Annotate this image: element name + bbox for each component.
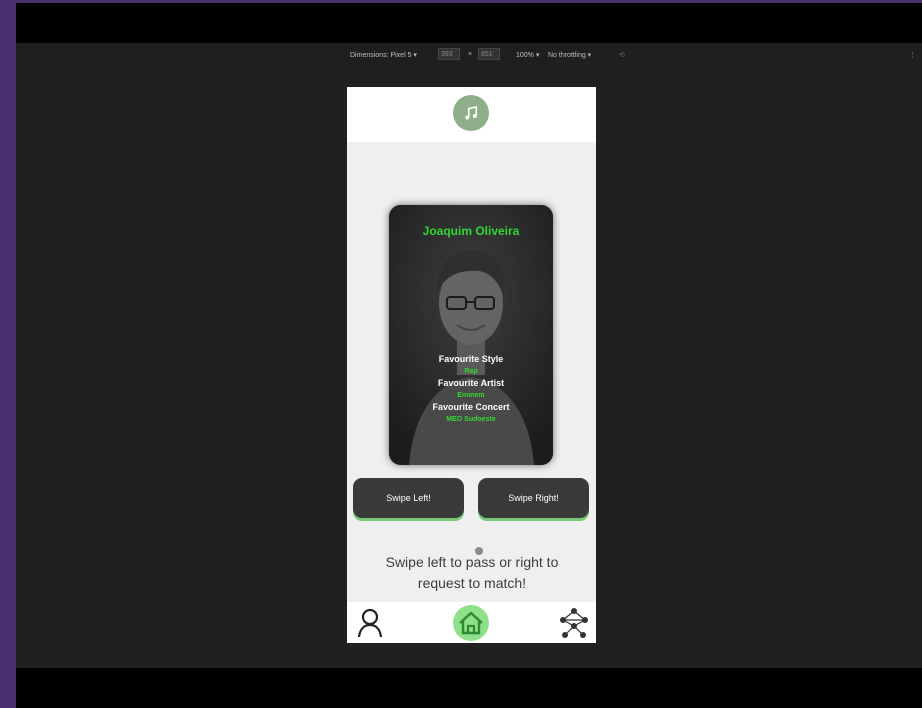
mouse-cursor: [475, 547, 483, 555]
favourite-style-value: Rap: [464, 368, 478, 375]
top-black-bar: [16, 3, 922, 43]
favourite-concert-label: Favourite Concert: [432, 402, 510, 412]
more-options-icon[interactable]: ⋮: [909, 51, 916, 59]
width-value: 393: [441, 51, 453, 58]
swipe-right-button[interactable]: Swipe Right!: [478, 478, 589, 518]
network-icon[interactable]: [557, 605, 591, 641]
favourite-artist-value: Eminem: [457, 392, 485, 399]
profile-card[interactable]: Joaquim Oliveira Favourite Style Rap Fav…: [389, 205, 553, 465]
home-icon[interactable]: [453, 605, 489, 641]
phone-screen: Joaquim Oliveira Favourite Style Rap Fav…: [347, 87, 596, 643]
zoom-select[interactable]: 100% ▾: [516, 51, 539, 59]
profile-photo: [389, 205, 553, 465]
device-select[interactable]: Dimensions: Pixel 5 ▾: [350, 51, 417, 59]
devtools-device-toolbar: Dimensions: Pixel 5 ▾ 393 × 851 100% ▾ N…: [16, 43, 922, 68]
app-header: [347, 87, 596, 142]
swipe-hint-text: Swipe left to pass or right to request t…: [385, 554, 559, 591]
favourite-style-label: Favourite Style: [438, 354, 504, 364]
swipe-left-button[interactable]: Swipe Left!: [353, 478, 464, 518]
favourite-artist-label: Favourite Artist: [437, 378, 505, 388]
bottom-nav: [347, 602, 596, 643]
rotate-icon[interactable]: ⟲: [619, 51, 625, 59]
bottom-black-bar: [16, 668, 922, 708]
card-info: Favourite Style Rap Favourite Artist Emi…: [389, 353, 553, 425]
dimension-separator: ×: [468, 51, 473, 58]
music-note-icon: [453, 95, 489, 131]
throttling-select[interactable]: No throttling ▾: [548, 51, 591, 59]
card-name: Joaquim Oliveira: [422, 224, 520, 238]
favourite-concert-value: MEO Sudoeste: [446, 416, 496, 423]
height-value: 851: [481, 51, 493, 58]
user-icon[interactable]: [355, 606, 385, 640]
